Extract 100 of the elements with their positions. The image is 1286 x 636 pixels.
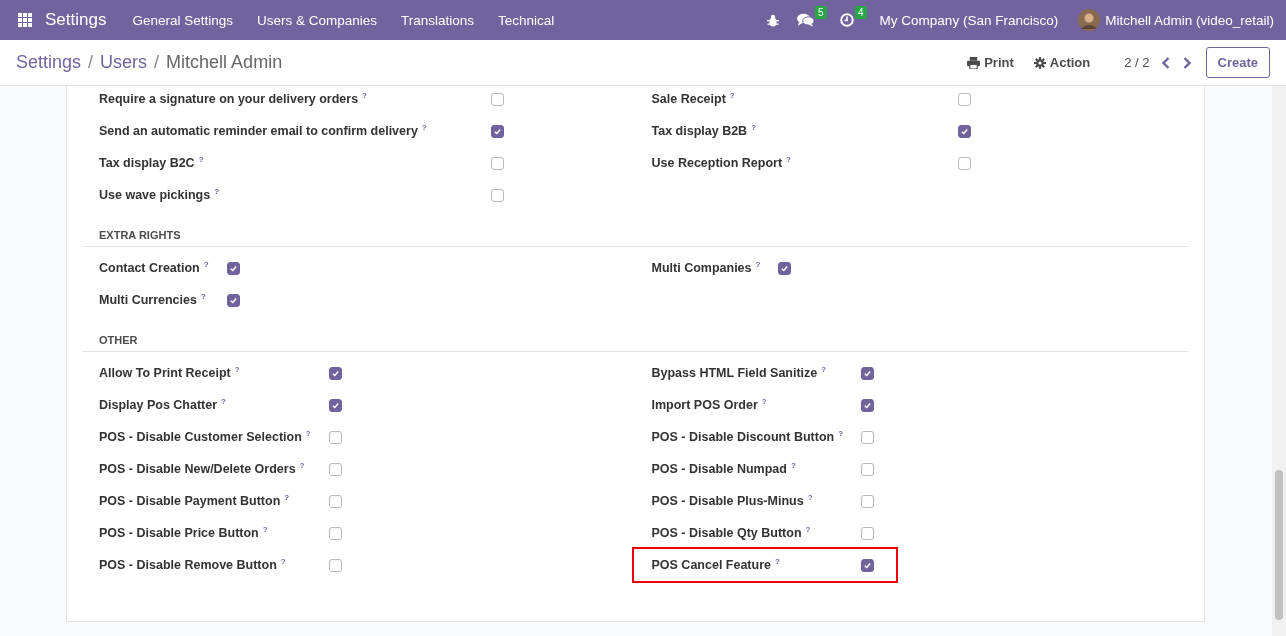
check-icon (493, 126, 502, 136)
checkbox[interactable] (778, 261, 792, 275)
menu-item[interactable]: Users & Companies (245, 12, 390, 28)
checkbox[interactable] (957, 124, 971, 138)
checkbox[interactable] (861, 526, 875, 540)
field-label: Display Pos Chatter (99, 398, 218, 412)
help-tooltip-mark[interactable]: ? (203, 260, 209, 269)
help-tooltip-mark[interactable]: ? (262, 525, 268, 534)
previous-icon[interactable] (1161, 56, 1170, 69)
help-tooltip-mark[interactable]: ? (198, 155, 204, 164)
checkbox[interactable] (328, 366, 342, 380)
checkbox[interactable] (957, 156, 971, 170)
company-switcher[interactable]: My Company (San Francisco) (879, 12, 1059, 28)
help-tooltip-mark[interactable]: ? (838, 429, 844, 438)
message-count-badge: 5 (815, 6, 827, 19)
user-avatar[interactable] (1078, 9, 1101, 31)
create-button[interactable]: Create (1205, 47, 1270, 78)
section-heading: EXTRA RIGHTS (83, 227, 1188, 247)
help-tooltip-mark[interactable]: ? (761, 397, 767, 406)
checkbox[interactable] (861, 430, 875, 444)
checkbox[interactable] (861, 558, 875, 572)
checkbox[interactable] (226, 261, 240, 275)
help-tooltip-mark[interactable]: ? (284, 493, 290, 502)
apps-menu-icon[interactable] (18, 13, 32, 27)
user-menu[interactable]: Mitchell Admin (video_retail) (1105, 12, 1274, 28)
help-tooltip-mark[interactable]: ? (775, 557, 780, 566)
field-label: POS - Disable Price Button (99, 526, 259, 540)
checkbox[interactable] (328, 430, 342, 444)
help-tooltip-mark[interactable]: ? (214, 187, 220, 196)
field-label: Sale Receipt (651, 92, 726, 106)
checkbox[interactable] (491, 188, 504, 202)
field-label: Bypass HTML Field Sanitize (651, 366, 818, 380)
help-tooltip-mark[interactable]: ? (790, 461, 796, 470)
field-label: Multi Currencies (99, 293, 197, 307)
checkbox[interactable] (861, 494, 875, 508)
checkbox[interactable] (957, 92, 971, 106)
menu-item[interactable]: Translations (389, 12, 487, 28)
menu-item[interactable]: General Settings (120, 12, 245, 28)
checkbox[interactable] (491, 124, 504, 138)
checkbox[interactable] (328, 494, 342, 508)
check-icon (330, 368, 340, 378)
print-button[interactable]: Print (967, 55, 1014, 70)
field-label: POS - Disable Discount Button (651, 430, 835, 444)
checkbox[interactable] (861, 462, 875, 476)
menu-item[interactable]: Technical (486, 12, 567, 28)
field-label: Allow To Print Receipt (99, 366, 231, 380)
breadcrumb-separator: / (88, 52, 94, 73)
next-icon[interactable] (1182, 56, 1191, 69)
field-label: Use wave pickings (99, 188, 211, 202)
field-label: Import POS Order (651, 398, 758, 412)
help-tooltip-mark[interactable]: ? (280, 557, 286, 566)
checkbox[interactable] (328, 398, 342, 412)
checkbox[interactable] (491, 92, 504, 106)
chat-icon[interactable] (796, 13, 814, 27)
help-tooltip-mark[interactable]: ? (221, 397, 226, 406)
checkbox[interactable] (491, 156, 504, 170)
check-icon (228, 263, 238, 273)
checkbox[interactable] (861, 398, 875, 412)
help-tooltip-mark[interactable]: ? (755, 260, 761, 269)
field-label: POS Cancel Feature (651, 558, 771, 572)
action-button[interactable]: Action (1033, 55, 1091, 70)
app-title[interactable]: Settings (45, 10, 107, 30)
check-icon (228, 295, 238, 305)
help-tooltip-mark[interactable]: ? (729, 91, 735, 100)
check-icon (330, 400, 340, 410)
help-tooltip-mark[interactable]: ? (821, 365, 827, 374)
breadcrumb[interactable]: Users (100, 52, 148, 73)
checkbox[interactable] (861, 366, 875, 380)
help-tooltip-mark[interactable]: ? (786, 155, 791, 164)
help-tooltip-mark[interactable]: ? (200, 292, 206, 301)
printer-icon (967, 56, 981, 69)
field-label: Tax display B2C (99, 156, 195, 170)
section-heading: OTHER (83, 332, 1188, 352)
field-label: POS - Disable New/Delete Orders (99, 462, 296, 476)
help-tooltip-mark[interactable]: ? (421, 123, 427, 132)
help-tooltip-mark[interactable]: ? (807, 493, 813, 502)
help-tooltip-mark[interactable]: ? (751, 123, 757, 132)
checkbox[interactable] (328, 558, 342, 572)
clock-icon[interactable] (839, 13, 854, 27)
help-tooltip-mark[interactable]: ? (305, 429, 311, 438)
help-tooltip-mark[interactable]: ? (805, 525, 811, 534)
check-icon (863, 400, 873, 410)
checkbox[interactable] (328, 526, 342, 540)
checkbox[interactable] (226, 293, 240, 307)
help-tooltip-mark[interactable]: ? (362, 91, 367, 100)
field-label: POS - Disable Payment Button (99, 494, 281, 508)
help-tooltip-mark[interactable]: ? (299, 461, 305, 470)
checkbox[interactable] (328, 462, 342, 476)
pager-value: 2 / 2 (1124, 55, 1150, 70)
check-icon (863, 368, 873, 378)
breadcrumb[interactable]: Mitchell Admin (166, 52, 283, 73)
field-label: POS - Disable Remove Button (99, 558, 277, 572)
field-label: POS - Disable Numpad (651, 462, 787, 476)
help-tooltip-mark[interactable]: ? (234, 365, 240, 374)
field-label: Use Reception Report (651, 156, 783, 170)
breadcrumb[interactable]: Settings (16, 52, 82, 73)
check-icon (780, 263, 790, 273)
scrollbar[interactable] (1272, 86, 1286, 636)
field-label: POS - Disable Plus-Minus (651, 494, 804, 508)
bug-icon[interactable] (766, 13, 779, 27)
